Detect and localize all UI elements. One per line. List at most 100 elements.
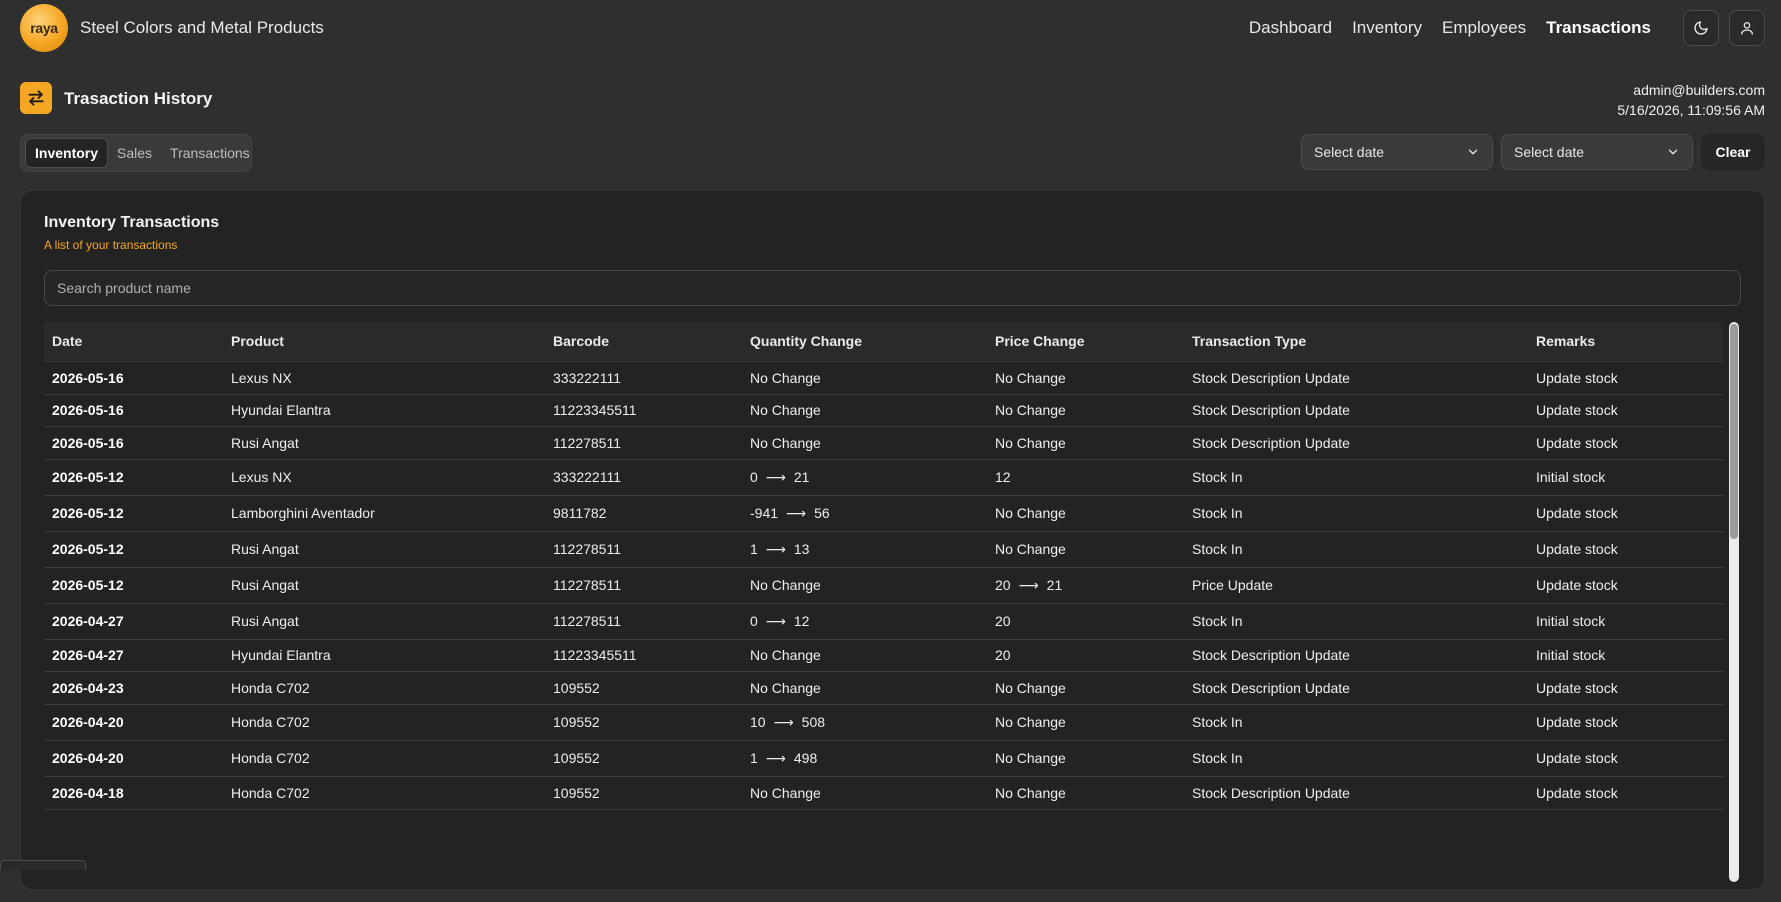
chevron-down-icon xyxy=(1468,149,1478,155)
cell-quantity-change: 1 ⟶ 13 xyxy=(742,531,987,568)
cell-product: Honda C702 xyxy=(223,776,545,810)
moon-icon xyxy=(1694,21,1708,35)
cell-date: 2026-04-27 xyxy=(44,603,223,640)
table-row[interactable]: 2026-05-16 Rusi Angat 112278511 No Change No… xyxy=(44,426,1723,460)
user-menu-button[interactable] xyxy=(1729,10,1765,46)
table-row[interactable]: 2026-04-27 Rusi Angat 112278511 0 ⟶ 12 20 Stock… xyxy=(44,603,1723,640)
cell-transaction-type: Stock Description Update xyxy=(1184,394,1528,427)
transaction-tabs: Inventory Sales Transactions xyxy=(20,134,252,172)
cell-quantity-change: 0 ⟶ 12 xyxy=(742,603,987,640)
cell-price-change: 12 xyxy=(987,459,1184,496)
nav-dashboard[interactable]: Dashboard xyxy=(1249,18,1332,38)
change-from-value: -941 xyxy=(750,504,779,521)
cell-product: Lexus NX xyxy=(223,459,545,496)
cell-price-change: No Change xyxy=(987,426,1184,460)
cell-barcode: 109552 xyxy=(545,776,742,810)
cell-quantity-change: 10 ⟶ 508 xyxy=(742,704,987,741)
tab-inventory[interactable]: Inventory xyxy=(25,138,109,168)
change-from-value: 0 xyxy=(750,468,758,485)
cell-remarks: Update stock xyxy=(1528,740,1723,777)
cell-price-change: No Change xyxy=(987,495,1184,532)
cell-remarks: Update stock xyxy=(1528,394,1723,427)
theme-toggle-button[interactable] xyxy=(1683,10,1719,46)
cell-date: 2026-05-12 xyxy=(44,495,223,532)
table-row[interactable]: 2026-05-16 Lexus NX 333222111 No Change No C… xyxy=(44,361,1723,395)
raya-logo[interactable]: raya xyxy=(20,4,68,52)
top-navigation-bar: raya Steel Colors and Metal Products Das… xyxy=(0,0,1781,56)
search-input[interactable] xyxy=(44,270,1741,306)
table-row[interactable]: 2026-04-20 Honda C702 109552 10 ⟶ 508 No Chang… xyxy=(44,704,1723,741)
arrow-right-icon: ⟶ xyxy=(765,749,786,766)
card-subtitle: A list of your transactions xyxy=(44,238,178,252)
table-row[interactable]: 2026-05-16 Hyundai Elantra 11223345511 No C… xyxy=(44,394,1723,427)
cell-price-change: No Change xyxy=(987,531,1184,568)
cell-quantity-change: 1 ⟶ 498 xyxy=(742,740,987,777)
column-header-product[interactable]: Product xyxy=(223,322,545,362)
cell-transaction-type: Stock Description Update xyxy=(1184,639,1528,672)
cell-barcode: 333222111 xyxy=(545,459,742,496)
cell-remarks: Update stock xyxy=(1528,426,1723,460)
table-row[interactable]: 2026-04-18 Honda C702 109552 No Change No Ch… xyxy=(44,776,1723,810)
change-to-value: 21 xyxy=(1046,576,1063,593)
table-row[interactable]: 2026-05-12 Lamborghini Aventador 9811782 -9… xyxy=(44,495,1723,532)
cell-quantity-change: No Change xyxy=(742,671,987,705)
arrow-right-icon: ⟶ xyxy=(765,468,786,485)
cell-barcode: 109552 xyxy=(545,740,742,777)
cell-remarks: Initial stock xyxy=(1528,459,1723,496)
change-to-value: 13 xyxy=(793,540,810,557)
tab-sales[interactable]: Sales xyxy=(108,139,161,167)
change-from-value: 1 xyxy=(750,540,758,557)
bottom-left-tab[interactable] xyxy=(0,860,86,870)
cell-date: 2026-04-27 xyxy=(44,639,223,672)
cell-transaction-type: Price Update xyxy=(1184,567,1528,604)
cell-date: 2026-05-16 xyxy=(44,361,223,395)
column-header-price-change[interactable]: Price Change xyxy=(987,322,1184,362)
cell-barcode: 109552 xyxy=(545,671,742,705)
column-header-remarks[interactable]: Remarks xyxy=(1528,322,1723,362)
cell-barcode: 11223345511 xyxy=(545,639,742,672)
table-row[interactable]: 2026-05-12 Lexus NX 333222111 0 ⟶ 21 12 Stock I… xyxy=(44,459,1723,496)
clear-button[interactable]: Clear xyxy=(1701,134,1765,170)
nav-inventory[interactable]: Inventory xyxy=(1352,18,1422,38)
cell-remarks: Initial stock xyxy=(1528,603,1723,640)
end-date-select[interactable]: Select date xyxy=(1501,134,1693,170)
cell-date: 2026-04-18 xyxy=(44,776,223,810)
cell-transaction-type: Stock In xyxy=(1184,704,1528,741)
chevron-down-icon xyxy=(1668,149,1678,155)
cell-product: Honda C702 xyxy=(223,671,545,705)
table-row[interactable]: 2026-04-27 Hyundai Elantra 11223345511 No C… xyxy=(44,639,1723,672)
table-row[interactable]: 2026-04-23 Honda C702 109552 No Change No Ch… xyxy=(44,671,1723,705)
cell-product: Rusi Angat xyxy=(223,426,545,460)
table-scrollbar[interactable] xyxy=(1729,322,1739,882)
cell-price-change: No Change xyxy=(987,394,1184,427)
table-row[interactable]: 2026-04-20 Honda C702 109552 1 ⟶ 498 No Change… xyxy=(44,740,1723,777)
cell-product: Hyundai Elantra xyxy=(223,394,545,427)
column-header-quantity-change[interactable]: Quantity Change xyxy=(742,322,987,362)
column-header-barcode[interactable]: Barcode xyxy=(545,322,742,362)
table-row[interactable]: 2026-05-12 Rusi Angat 112278511 1 ⟶ 13 No Chan… xyxy=(44,531,1723,568)
user-icon xyxy=(1741,22,1753,35)
end-date-placeholder: Select date xyxy=(1514,144,1585,160)
arrow-right-icon: ⟶ xyxy=(765,540,786,557)
change-from-value: 1 xyxy=(750,749,758,766)
cell-price-change: No Change xyxy=(987,361,1184,395)
column-header-transaction-type[interactable]: Transaction Type xyxy=(1184,322,1528,362)
cell-quantity-change: -941 ⟶ 56 xyxy=(742,495,987,532)
tab-transactions[interactable]: Transactions xyxy=(161,139,259,167)
scrollbar-thumb[interactable] xyxy=(1730,324,1738,539)
column-header-date[interactable]: Date xyxy=(44,322,223,362)
nav-employees[interactable]: Employees xyxy=(1442,18,1526,38)
change-from-value: 20 xyxy=(995,576,1011,593)
cell-product: Honda C702 xyxy=(223,740,545,777)
cell-quantity-change: No Change xyxy=(742,426,987,460)
nav-transactions[interactable]: Transactions xyxy=(1546,18,1651,38)
arrow-right-icon: ⟶ xyxy=(1018,576,1039,593)
cell-remarks: Update stock xyxy=(1528,361,1723,395)
table-row[interactable]: 2026-05-12 Rusi Angat 112278511 No Change 20… xyxy=(44,567,1723,604)
cell-quantity-change: No Change xyxy=(742,639,987,672)
cell-date: 2026-05-12 xyxy=(44,459,223,496)
change-to-value: 12 xyxy=(793,612,810,629)
cell-barcode: 112278511 xyxy=(545,531,742,568)
cell-price-change: No Change xyxy=(987,671,1184,705)
start-date-select[interactable]: Select date xyxy=(1301,134,1493,170)
